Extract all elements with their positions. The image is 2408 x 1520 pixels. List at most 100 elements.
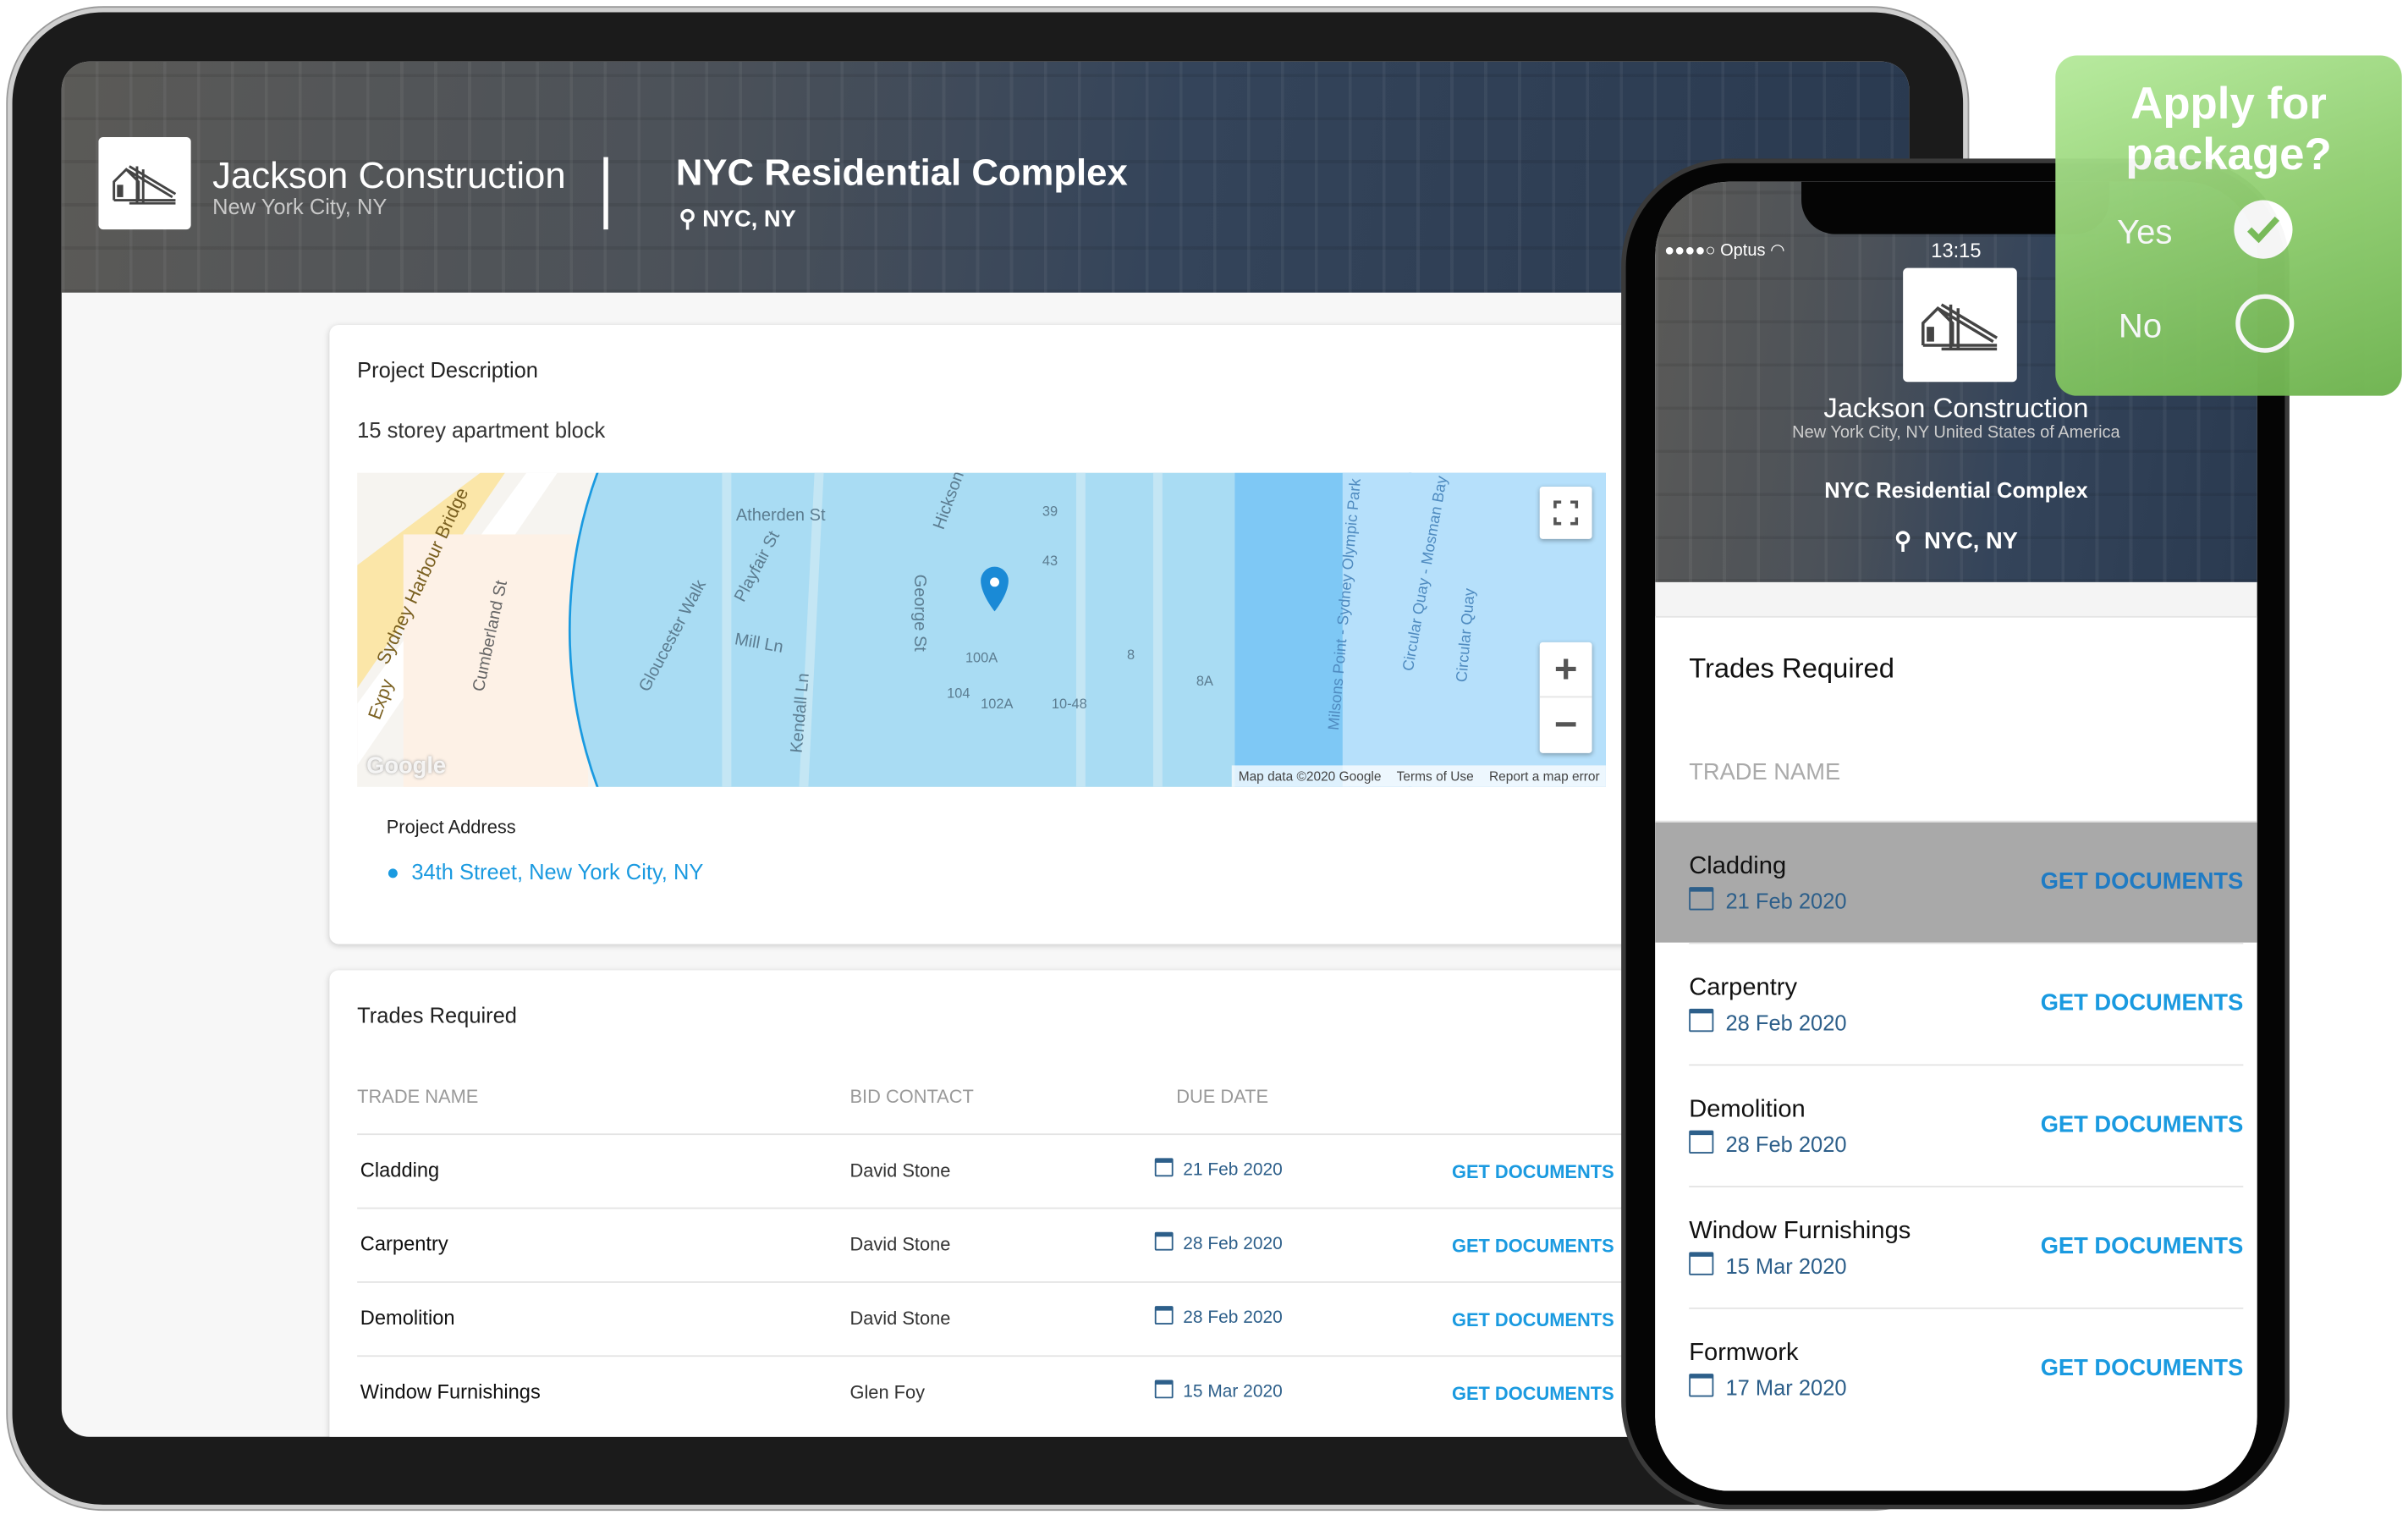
project-address-text: 34th Street, New York City, NY <box>411 859 704 884</box>
yes-label: Yes <box>2117 212 2173 251</box>
trade-name: Formwork <box>1689 1340 1799 1367</box>
due-date-text: 17 Mar 2020 <box>1725 1374 1847 1401</box>
checkmark-icon <box>2247 216 2280 244</box>
due-date-text: 21 Feb 2020 <box>1725 888 1847 914</box>
map-label: 43 <box>1042 553 1058 569</box>
due-date: 28 Feb 2020 <box>1689 1130 1847 1157</box>
calendar-icon <box>1154 1380 1174 1399</box>
phone-column-trade-name: TRADE NAME <box>1689 759 1841 786</box>
due-date: 21 Feb 2020 <box>1689 887 1847 914</box>
phone-project-location: ⚲ NYC, NY <box>1655 526 2257 554</box>
map-label: 100A <box>965 649 998 666</box>
map-attribution: Map data ©2020 Google Terms of Use Repor… <box>1232 765 1606 787</box>
building-icon <box>113 165 177 205</box>
yes-radio[interactable] <box>2234 200 2293 259</box>
building-icon <box>1921 303 1998 351</box>
project-address-link[interactable]: ● 34th Street, New York City, NY <box>387 859 704 884</box>
company-name: Jackson Construction <box>212 155 566 197</box>
get-documents-button[interactable]: GET DOCUMENTS <box>1452 1161 1614 1182</box>
project-location: ⚲ NYC, NY <box>679 205 795 233</box>
phone-list-item[interactable]: Cladding 21 Feb 2020 GET DOCUMENTS <box>1655 820 2257 943</box>
due-date-text: 15 Mar 2020 <box>1725 1253 1847 1279</box>
get-documents-button[interactable]: GET DOCUMENTS <box>1452 1383 1614 1404</box>
due-date: 17 Mar 2020 <box>1689 1374 1847 1401</box>
phone-list-item[interactable]: Formwork 17 Mar 2020 GET DOCUMENTS <box>1689 1307 2244 1429</box>
get-documents-button[interactable]: GET DOCUMENTS <box>1452 1235 1614 1256</box>
get-documents-button[interactable]: GET DOCUMENTS <box>2041 1112 2244 1138</box>
map-label: 8A <box>1196 673 1213 689</box>
project-title: NYC Residential Complex <box>675 152 1128 195</box>
location-pin-icon: ⚲ <box>679 206 696 233</box>
apply-package-popup: Apply for package? Yes No <box>2055 55 2402 396</box>
calendar-icon <box>1154 1158 1174 1177</box>
trade-name: Carpentry <box>1689 974 1798 1001</box>
no-radio[interactable] <box>2235 294 2295 353</box>
due-date: 28 Feb 2020 <box>1154 1306 1283 1328</box>
column-trade-name: TRADE NAME <box>357 1085 479 1108</box>
map-label: 39 <box>1042 504 1058 520</box>
due-date: 28 Feb 2020 <box>1154 1231 1283 1254</box>
trades-heading: Trades Required <box>357 1002 517 1027</box>
header-divider <box>603 157 608 230</box>
project-map[interactable]: Atherden St Gloucester Walk Playfair St … <box>357 472 1606 787</box>
phone-list-item[interactable]: Demolition 28 Feb 2020 GET DOCUMENTS <box>1689 1064 2244 1186</box>
project-location-text: NYC, NY <box>702 206 796 233</box>
trade-name: Demolition <box>1689 1096 1806 1123</box>
trade-name: Cladding <box>360 1158 440 1181</box>
due-date: 28 Feb 2020 <box>1689 1008 1847 1035</box>
trade-name: Cladding <box>1689 853 1787 880</box>
zoom-out-button[interactable]: − <box>1540 697 1592 753</box>
map-label: 102A <box>981 696 1014 712</box>
location-pin-icon: ● <box>386 859 400 884</box>
map-label: 8 <box>1127 647 1135 663</box>
calendar-icon <box>1689 887 1714 911</box>
description-text: 15 storey apartment block <box>357 417 606 443</box>
column-due-date: DUE DATE <box>1176 1085 1269 1108</box>
project-address-label: Project Address <box>386 816 516 838</box>
phone-trades-card: Trades Required TRADE NAME Cladding 21 F… <box>1655 615 2257 1491</box>
terms-of-use-link[interactable]: Terms of Use <box>1397 768 1474 784</box>
fullscreen-button[interactable] <box>1539 487 1592 539</box>
get-documents-button[interactable]: GET DOCUMENTS <box>2041 1234 2244 1260</box>
bid-contact: David Stone <box>849 1233 951 1256</box>
column-bid-contact: BID CONTACT <box>849 1085 974 1108</box>
phone-company-location: New York City, NY United States of Ameri… <box>1792 423 2120 443</box>
calendar-icon <box>1689 1374 1714 1397</box>
bid-contact: David Stone <box>849 1159 951 1181</box>
due-date-text: 21 Feb 2020 <box>1183 1161 1283 1180</box>
calendar-icon <box>1689 1008 1714 1033</box>
get-documents-button[interactable]: GET DOCUMENTS <box>2041 1355 2244 1381</box>
phone-list-item[interactable]: Window Furnishings 15 Mar 2020 GET DOCUM… <box>1689 1186 2244 1308</box>
phone-project-title: NYC Residential Complex <box>1824 477 2088 503</box>
phone-company-name: Jackson Construction <box>1823 393 2089 424</box>
map-label: Atherden St <box>735 506 826 526</box>
trade-name: Demolition <box>360 1306 455 1330</box>
phone-list-item[interactable]: Carpentry 28 Feb 2020 GET DOCUMENTS <box>1689 942 2244 1065</box>
company-location: New York City, NY <box>212 194 388 219</box>
map-data-text: Map data ©2020 Google <box>1238 768 1382 785</box>
trade-name: Window Furnishings <box>1689 1218 1911 1245</box>
map-label: 10-48 <box>1051 696 1087 712</box>
due-date: 15 Mar 2020 <box>1689 1252 1847 1279</box>
due-date-text: 28 Feb 2020 <box>1183 1235 1283 1254</box>
map-label: 104 <box>947 685 970 701</box>
zoom-in-button[interactable]: + <box>1539 642 1592 698</box>
get-documents-button[interactable]: GET DOCUMENTS <box>2041 868 2244 895</box>
google-logo: Google <box>366 752 447 779</box>
get-documents-button[interactable]: GET DOCUMENTS <box>2041 990 2244 1016</box>
no-label: No <box>2118 306 2163 345</box>
phone-company-logo <box>1903 267 2017 383</box>
phone-trades-heading: Trades Required <box>1689 653 1894 684</box>
trade-name: Carpentry <box>360 1231 448 1256</box>
report-map-error-link[interactable]: Report a map error <box>1489 768 1600 784</box>
trade-name: Window Furnishings <box>360 1380 541 1403</box>
description-heading: Project Description <box>357 357 538 383</box>
calendar-icon <box>1689 1252 1714 1275</box>
get-documents-button[interactable]: GET DOCUMENTS <box>1452 1309 1614 1330</box>
popup-title: Apply for package? <box>2125 80 2332 180</box>
zoom-controls: + − <box>1539 642 1592 753</box>
bid-contact: David Stone <box>849 1307 951 1330</box>
calendar-icon <box>1154 1306 1174 1324</box>
calendar-icon <box>1154 1231 1174 1251</box>
map-label: George St <box>910 574 929 652</box>
